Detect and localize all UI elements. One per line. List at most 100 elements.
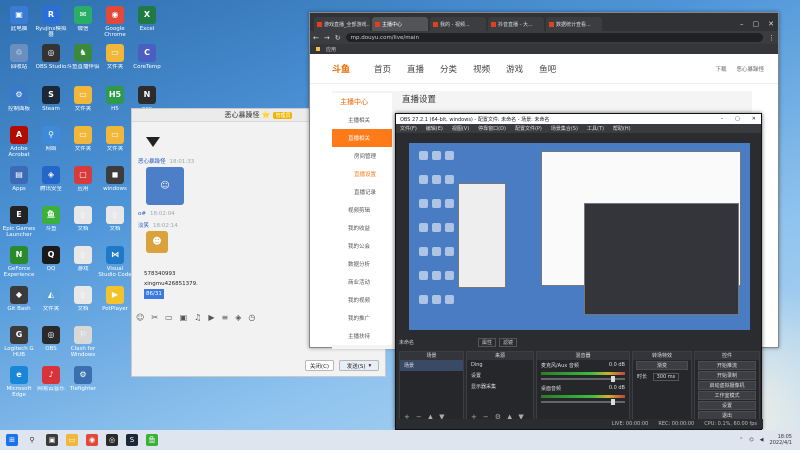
send-button[interactable]: 发送(S) ▾	[339, 360, 379, 371]
forward-icon[interactable]: →	[324, 34, 330, 42]
browser-tab[interactable]: 我的 - 视频...	[430, 17, 486, 31]
network-icon[interactable]: ⌬	[749, 437, 753, 443]
nav-item[interactable]: 分类	[440, 63, 457, 75]
close-icon[interactable]: ✕	[768, 20, 774, 28]
source-item[interactable]: Ding	[467, 360, 533, 370]
desktop-icon[interactable]: Q QQ	[34, 246, 68, 278]
obs-menu-item[interactable]: 场景集合(S)	[551, 125, 578, 132]
desktop-icon[interactable]: H5 H5	[98, 86, 132, 118]
desktop-icon[interactable]: ▢ 应用	[66, 166, 100, 198]
nav-item[interactable]: 首页	[374, 63, 391, 75]
obs-menu-item[interactable]: 视图(V)	[452, 125, 469, 132]
desktop-icon[interactable]: C CoreTemp	[130, 44, 164, 76]
sidebar-item[interactable]: 主播扶持	[332, 327, 392, 345]
desktop-icon[interactable]: ▯ 文档	[98, 206, 132, 238]
obs-menu-item[interactable]: 帮助(H)	[613, 125, 631, 132]
sidebar-item[interactable]: 直播相关	[332, 129, 392, 147]
maximize-icon[interactable]: ▢	[753, 20, 760, 28]
nav-user-link[interactable]: 恶心暴躁怪	[736, 65, 764, 73]
desktop-icon[interactable]: e Microsoft Edge	[2, 366, 36, 398]
back-icon[interactable]: ←	[313, 34, 319, 42]
sidebar-item[interactable]: 数据分析	[332, 255, 392, 273]
file-explorer-icon[interactable]: ▭	[66, 434, 78, 446]
browser-tab[interactable]: 主播中心	[372, 17, 428, 31]
desktop-icon[interactable]: ♞ 斗鱼直播伴侣	[66, 44, 100, 76]
duration-input[interactable]: 300 ms	[652, 373, 680, 381]
desktop-icon[interactable]: ⚐ Clash for Windows	[66, 326, 100, 358]
sidebar-item[interactable]: 我的推广	[332, 309, 392, 327]
search-icon[interactable]: ⚲	[26, 434, 38, 446]
obs-control-button[interactable]: 开始推流	[698, 361, 756, 370]
sidebar-item[interactable]: 商业活动	[332, 273, 392, 291]
obs-control-button[interactable]: 启动虚拟摄像机	[698, 381, 756, 390]
clock[interactable]: 18:05 2022/4/1	[770, 434, 792, 446]
desktop-icon[interactable]: ▣ 此电脑	[2, 6, 36, 38]
desktop-icon[interactable]: X Excel	[130, 6, 164, 38]
obs-icon[interactable]: ◎	[106, 434, 118, 446]
image-icon[interactable]: ▣	[180, 313, 188, 322]
desktop-icon[interactable]: S Steam	[34, 86, 68, 118]
url-input[interactable]: mp.douyu.com/live/main	[345, 33, 763, 42]
nav-item[interactable]: 直播	[407, 63, 424, 75]
desktop-icon[interactable]: A Adobe Acrobat	[2, 126, 36, 158]
desktop-icon[interactable]: N GeForce Experience	[2, 246, 36, 278]
obs-control-button[interactable]: 开始录制	[698, 371, 756, 380]
obs-menu-item[interactable]: 工具(T)	[587, 125, 604, 132]
volume-slider[interactable]	[541, 376, 625, 382]
desktop-icon[interactable]: ◉ Google Chrome	[98, 6, 132, 38]
obs-menu-item[interactable]: 编辑(E)	[426, 125, 443, 132]
reload-icon[interactable]: ↻	[335, 34, 341, 42]
more-icon[interactable]: ≡	[222, 313, 229, 322]
desktop-icon[interactable]: ▭ 文件夹	[66, 86, 100, 118]
obs-window[interactable]: OBS 27.2.1 (64-bit, windows) - 配置文件: 未命名…	[395, 113, 763, 430]
obs-control-button[interactable]: 设置	[698, 401, 756, 410]
desktop-icon[interactable]: R Ryujinx模拟器	[34, 6, 68, 38]
screenshot-icon[interactable]: ✂	[151, 313, 158, 322]
emoji-icon[interactable]: ☺	[136, 313, 144, 322]
desktop-icon[interactable]: ▭ 文件夹	[98, 44, 132, 76]
nav-item[interactable]: 视频	[473, 63, 490, 75]
desktop-icon[interactable]: ✉ 微信	[66, 6, 100, 38]
obs-preview[interactable]	[409, 143, 750, 330]
desktop-icon[interactable]: ▤ Apps	[2, 166, 36, 198]
transition-select[interactable]: 渐变	[636, 361, 688, 370]
desktop-icon[interactable]: 鱼斗鱼	[34, 206, 68, 238]
browser-tab[interactable]: 游戏直播_全部游戏...	[314, 17, 370, 31]
obs-menu-item[interactable]: 配置文件(P)	[515, 125, 542, 132]
nav-item[interactable]: 鱼吧	[539, 63, 556, 75]
obs-menu-item[interactable]: 文件(F)	[400, 125, 417, 132]
sidebar-item[interactable]: 房间管理	[332, 147, 392, 165]
folder-icon[interactable]: ▭	[165, 313, 173, 322]
source-item[interactable]: 设置	[467, 370, 533, 381]
desktop-icon[interactable]: ◆ Git Bash	[2, 286, 36, 318]
browser-tab[interactable]: 数据统计查看...	[546, 17, 602, 31]
nav-user-link[interactable]: 下载	[715, 65, 726, 73]
sidebar-item[interactable]: 直播记录	[332, 183, 392, 201]
volume-slider[interactable]	[541, 399, 625, 405]
volume-icon[interactable]: ◀	[760, 437, 764, 443]
chevron-up-icon[interactable]: ⌃	[739, 437, 743, 443]
gift-icon[interactable]: ◈	[235, 313, 241, 322]
steam-icon[interactable]: S	[126, 434, 138, 446]
desktop-icon[interactable]: ◼ windows	[98, 166, 132, 198]
close-icon[interactable]: ✕	[752, 116, 756, 122]
sidebar-item[interactable]: 主播相关	[332, 111, 392, 129]
desktop-icon[interactable]: ▶ PotPlayer	[98, 286, 132, 318]
video-icon[interactable]: ▶	[208, 313, 214, 322]
chat-image-doraemon[interactable]: ☺	[146, 167, 184, 205]
sidebar-item[interactable]: 我的收益	[332, 219, 392, 237]
desktop-icon[interactable]: ◭ 文件夹	[34, 286, 68, 318]
desktop-icon[interactable]: G Logitech G HUB	[2, 326, 36, 358]
minimize-icon[interactable]: –	[740, 20, 744, 28]
douyu-logo[interactable]: 斗鱼	[332, 62, 350, 75]
obs-menu-item[interactable]: 停靠窗口(D)	[478, 125, 506, 132]
obs-control-button[interactable]: 工作室模式	[698, 391, 756, 400]
desktop-icon[interactable]: ♪ 网易云音乐	[34, 366, 68, 398]
source-item[interactable]: 显示器采集	[467, 381, 533, 392]
desktop-icon[interactable]: ♲ 回收站	[2, 44, 36, 76]
maximize-icon[interactable]: ▢	[735, 116, 740, 122]
desktop-icon[interactable]: ⚙ 控制面板	[2, 86, 36, 118]
desktop-icon[interactable]: ▭ 文件夹	[66, 126, 100, 158]
desktop-icon[interactable]: ▭ 文件夹	[98, 126, 132, 158]
sidebar-item[interactable]: 我的公会	[332, 237, 392, 255]
